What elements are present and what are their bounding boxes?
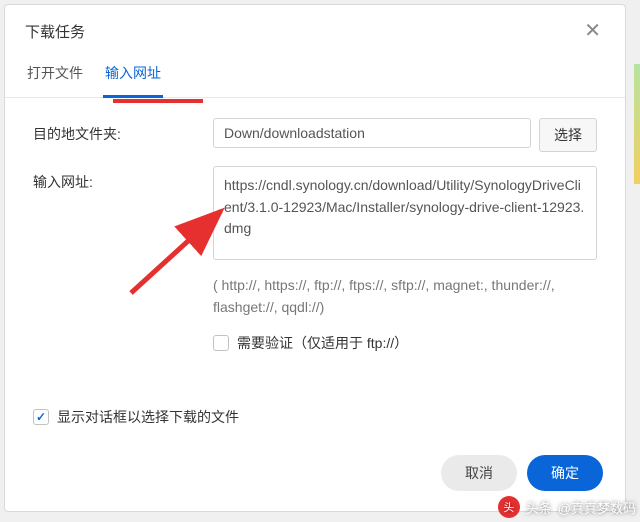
label-destination: 目的地文件夹:	[33, 118, 213, 144]
background-edge	[634, 64, 640, 184]
protocols-hint: ( http://, https://, ftp://, ftps://, sf…	[213, 274, 597, 319]
cancel-button[interactable]: 取消	[441, 455, 517, 491]
need-auth-checkbox[interactable]	[213, 335, 229, 351]
row-need-auth: 需要验证（仅适用于 ftp://）	[213, 333, 597, 353]
dialog-title: 下载任务	[25, 21, 85, 42]
close-icon[interactable]: ✕	[580, 19, 605, 43]
attribution-overlay: 头 头条 @真真梦数码	[498, 496, 636, 518]
label-url: 输入网址:	[33, 166, 213, 192]
tab-open-file[interactable]: 打开文件	[25, 53, 85, 98]
tab-enter-url[interactable]: 输入网址	[103, 53, 163, 98]
destination-input[interactable]	[213, 118, 531, 148]
attribution-prefix: 头条	[526, 498, 552, 517]
need-auth-label: 需要验证（仅适用于 ftp://）	[237, 333, 408, 353]
show-dialog-checkbox[interactable]	[33, 409, 49, 425]
form-area: 目的地文件夹: 选择 输入网址: https://cndl.synology.c…	[5, 98, 625, 401]
row-destination: 目的地文件夹: 选择	[33, 118, 597, 152]
select-folder-button[interactable]: 选择	[539, 118, 597, 152]
tab-bar: 打开文件 输入网址	[5, 53, 625, 98]
url-textarea[interactable]: https://cndl.synology.cn/download/Utilit…	[213, 166, 597, 260]
row-url: 输入网址: https://cndl.synology.cn/download/…	[33, 166, 597, 260]
dialog-header: 下载任务 ✕	[5, 5, 625, 53]
ok-button[interactable]: 确定	[527, 455, 603, 491]
download-task-dialog: 下载任务 ✕ 打开文件 输入网址 目的地文件夹: 选择 输入网址: https:…	[4, 4, 626, 512]
row-show-dialog: 显示对话框以选择下载的文件	[5, 407, 625, 427]
attribution-name: @真真梦数码	[558, 498, 636, 517]
show-dialog-label: 显示对话框以选择下载的文件	[57, 407, 239, 427]
avatar-icon: 头	[498, 496, 520, 518]
